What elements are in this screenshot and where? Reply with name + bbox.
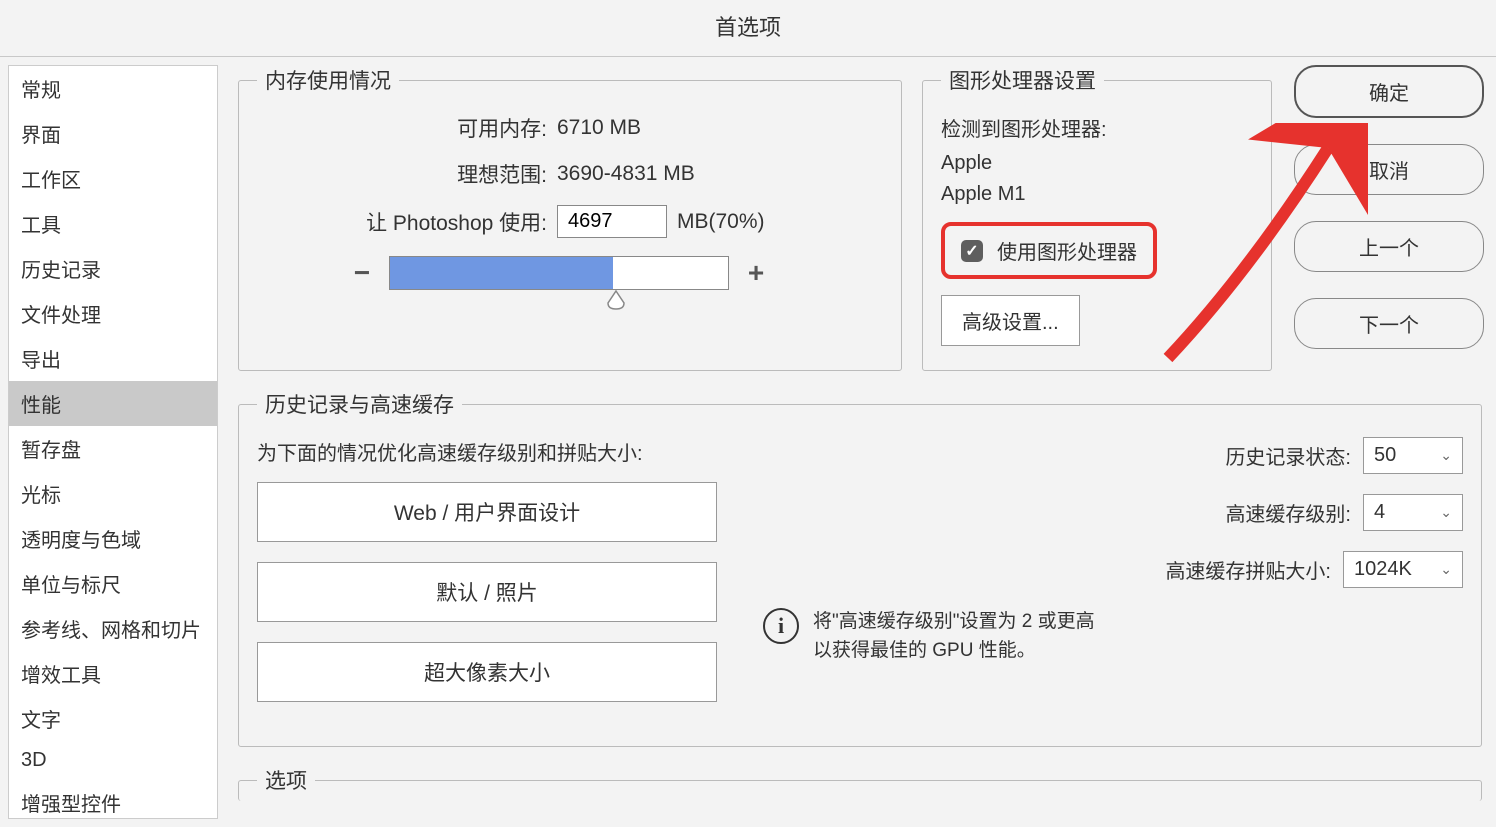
main-panel: 确定 取消 上一个 下一个 内存使用情况 可用内存: 6710 MB 理想 [232, 65, 1488, 819]
sidebar-item-transparency[interactable]: 透明度与色域 [9, 516, 217, 561]
action-buttons: 确定 取消 上一个 下一个 [1294, 65, 1484, 349]
gpu-detected-label: 检测到图形处理器: [941, 113, 1253, 142]
cache-legend: 历史记录与高速缓存 [257, 389, 462, 419]
sidebar-item-cursors[interactable]: 光标 [9, 471, 217, 516]
sidebar-label: 界面 [21, 125, 61, 147]
sidebar-label: 参考线、网格和切片 [21, 620, 201, 642]
memory-unit-label: MB(70%) [677, 210, 765, 234]
sidebar-item-scratch-disks[interactable]: 暂存盘 [9, 426, 217, 471]
memory-amount-input[interactable] [557, 205, 667, 238]
history-states-dropdown[interactable]: 50 ⌄ [1363, 437, 1463, 474]
memory-usage-group: 内存使用情况 可用内存: 6710 MB 理想范围: 3690-4831 MB … [238, 65, 902, 371]
gpu-advanced-button[interactable]: 高级设置... [941, 295, 1080, 346]
tile-size-dropdown[interactable]: 1024K ⌄ [1343, 551, 1463, 588]
history-cache-group: 历史记录与高速缓存 为下面的情况优化高速缓存级别和拼贴大小: Web / 用户界… [238, 389, 1482, 747]
sidebar-item-tools[interactable]: 工具 [9, 201, 217, 246]
info-text-line1: 将"高速缓存级别"设置为 2 或更高 [813, 608, 1095, 637]
sidebar-item-workspace[interactable]: 工作区 [9, 156, 217, 201]
preset-web-button[interactable]: Web / 用户界面设计 [257, 482, 717, 542]
ideal-range-label: 理想范围: [257, 159, 547, 189]
memory-slider[interactable] [389, 256, 729, 290]
prev-button[interactable]: 上一个 [1294, 221, 1484, 272]
sidebar-label: 增强型控件 [21, 794, 121, 816]
chevron-down-icon: ⌄ [1440, 561, 1452, 578]
next-button[interactable]: 下一个 [1294, 298, 1484, 349]
sidebar-label: 性能 [21, 395, 61, 417]
options-legend: 选项 [257, 765, 315, 795]
gpu-legend: 图形处理器设置 [941, 65, 1104, 95]
sidebar-item-interface[interactable]: 界面 [9, 111, 217, 156]
sidebar-item-enhanced[interactable]: 增强型控件 [9, 780, 217, 819]
cache-levels-dropdown[interactable]: 4 ⌄ [1363, 494, 1463, 531]
memory-slider-fill [390, 257, 613, 289]
category-sidebar: 常规 界面 工作区 工具 历史记录 文件处理 导出 性能 暂存盘 光标 透明度与… [8, 65, 218, 819]
optimize-cache-desc: 为下面的情况优化高速缓存级别和拼贴大小: [257, 437, 717, 466]
gpu-settings-group: 图形处理器设置 检测到图形处理器: Apple Apple M1 ✓ 使用图形处… [922, 65, 1272, 371]
use-gpu-checkbox[interactable]: ✓ [961, 240, 983, 262]
let-photoshop-use-label: 让 Photoshop 使用: [257, 207, 547, 237]
sidebar-label: 常规 [21, 80, 61, 102]
sidebar-label: 单位与标尺 [21, 575, 121, 597]
sidebar-item-history[interactable]: 历史记录 [9, 246, 217, 291]
chevron-down-icon: ⌄ [1440, 447, 1452, 464]
cache-levels-value: 4 [1374, 501, 1385, 524]
sidebar-label: 3D [21, 749, 47, 771]
sidebar-label: 导出 [21, 350, 61, 372]
sidebar-label: 光标 [21, 485, 61, 507]
ok-button[interactable]: 确定 [1294, 65, 1484, 118]
available-ram-value: 6710 MB [557, 116, 641, 140]
memory-slider-handle[interactable] [606, 289, 626, 311]
sidebar-label: 透明度与色域 [21, 530, 141, 552]
history-states-value: 50 [1374, 444, 1396, 467]
use-gpu-label: 使用图形处理器 [997, 236, 1137, 265]
sidebar-item-3d[interactable]: 3D [9, 741, 217, 780]
sidebar-item-units[interactable]: 单位与标尺 [9, 561, 217, 606]
info-icon: i [763, 608, 799, 644]
content-wrap: 常规 界面 工作区 工具 历史记录 文件处理 导出 性能 暂存盘 光标 透明度与… [0, 57, 1496, 827]
preset-large-button[interactable]: 超大像素大小 [257, 642, 717, 702]
history-states-label: 历史记录状态: [1225, 441, 1351, 470]
sidebar-item-type[interactable]: 文字 [9, 696, 217, 741]
memory-legend: 内存使用情况 [257, 65, 399, 95]
available-ram-label: 可用内存: [257, 113, 547, 143]
preset-default-button[interactable]: 默认 / 照片 [257, 562, 717, 622]
gpu-vendor: Apple [941, 152, 1253, 175]
sidebar-item-guides[interactable]: 参考线、网格和切片 [9, 606, 217, 651]
chevron-down-icon: ⌄ [1440, 504, 1452, 521]
memory-decrease-button[interactable]: − [347, 257, 377, 289]
sidebar-item-export[interactable]: 导出 [9, 336, 217, 381]
sidebar-item-plugins[interactable]: 增效工具 [9, 651, 217, 696]
sidebar-item-performance[interactable]: 性能 [9, 381, 217, 426]
tile-size-label: 高速缓存拼贴大小: [1165, 555, 1331, 584]
use-gpu-highlight: ✓ 使用图形处理器 [941, 222, 1157, 279]
memory-increase-button[interactable]: + [741, 257, 771, 289]
tile-size-value: 1024K [1354, 558, 1412, 581]
sidebar-item-file-handling[interactable]: 文件处理 [9, 291, 217, 336]
gpu-model: Apple M1 [941, 183, 1253, 206]
sidebar-label: 文件处理 [21, 305, 101, 327]
sidebar-label: 文字 [21, 710, 61, 732]
sidebar-item-general[interactable]: 常规 [9, 66, 217, 111]
cancel-button[interactable]: 取消 [1294, 144, 1484, 195]
sidebar-label: 工作区 [21, 170, 81, 192]
info-text-line2: 以获得最佳的 GPU 性能。 [813, 637, 1095, 666]
preferences-title: 首选项 [0, 0, 1496, 57]
sidebar-label: 增效工具 [21, 665, 101, 687]
sidebar-label: 暂存盘 [21, 440, 81, 462]
sidebar-label: 历史记录 [21, 260, 101, 282]
options-group: 选项 [238, 765, 1482, 801]
ideal-range-value: 3690-4831 MB [557, 162, 695, 186]
sidebar-label: 工具 [21, 215, 61, 237]
cache-levels-label: 高速缓存级别: [1225, 498, 1351, 527]
